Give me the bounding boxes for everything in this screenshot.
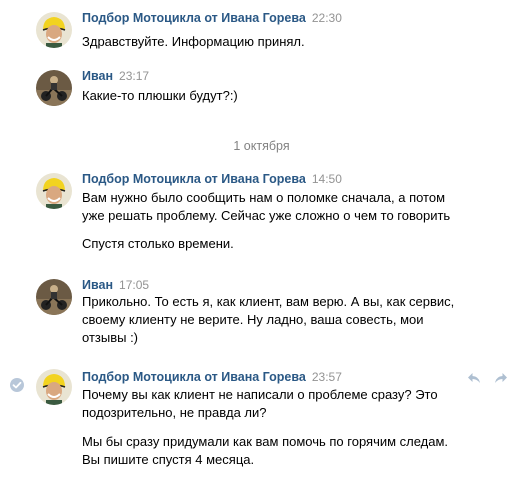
author-name[interactable]: Подбор Мотоцикла от Ивана Горева	[82, 11, 306, 25]
text-line: Вам нужно было сообщить нам о поломке сн…	[82, 190, 446, 205]
message-header: Иван 17:05	[82, 277, 149, 293]
helmet-avatar-image	[36, 369, 72, 405]
forward-icon[interactable]	[493, 370, 509, 386]
avatar[interactable]	[36, 369, 72, 405]
message-header: Подбор Мотоцикла от Ивана Горева 22:30	[82, 10, 342, 26]
message-header: Иван 23:17	[82, 68, 149, 84]
avatar[interactable]	[36, 279, 72, 315]
text-line: Здравствуйте. Информацию принял.	[82, 34, 305, 49]
motorcycle-avatar-image	[36, 279, 72, 315]
message[interactable]: Иван 17:05 Прикольно. То есть я, как клие…	[0, 277, 523, 349]
text-line: уже решать проблему. Сейчас уже сложно о…	[82, 208, 451, 223]
text-line: Вы пишите спустя 4 месяца.	[82, 452, 255, 467]
text-line: Спустя столько времени.	[82, 236, 234, 251]
message[interactable]: Иван 23:17 Какие-то плюшки будут?:)	[0, 68, 523, 108]
message-time[interactable]: 23:17	[119, 69, 149, 83]
text-line: своему клиенту не верите. Ну ладно, ваша…	[82, 312, 424, 327]
motorcycle-avatar-image	[36, 70, 72, 106]
message-text: Здравствуйте. Информацию принял.	[82, 33, 502, 51]
author-name[interactable]: Иван	[82, 278, 113, 292]
text-line: Мы бы сразу придумали как вам помочь по …	[82, 434, 449, 449]
text-line: Прикольно. То есть я, как клиент, вам ве…	[82, 294, 455, 309]
date-divider: 1 октября	[233, 139, 290, 153]
check-circle-icon[interactable]	[9, 377, 25, 393]
message-time[interactable]: 23:57	[312, 370, 342, 384]
message-text: Прикольно. То есть я, как клиент, вам ве…	[82, 293, 502, 347]
message-time[interactable]: 22:30	[312, 11, 342, 25]
text-line: Какие-то плюшки будут?:)	[82, 88, 238, 103]
author-name[interactable]: Подбор Мотоцикла от Ивана Горева	[82, 370, 306, 384]
message[interactable]: Подбор Мотоцикла от Ивана Горева 22:30 Зд…	[0, 10, 523, 50]
reply-icon[interactable]	[466, 370, 482, 386]
message-text: Почему вы как клиент не написали о пробл…	[82, 386, 502, 469]
author-name[interactable]: Подбор Мотоцикла от Ивана Горева	[82, 172, 306, 186]
text-line: Почему вы как клиент не написали о пробл…	[82, 387, 438, 402]
text-line: отзывы :)	[82, 330, 139, 345]
avatar[interactable]	[36, 12, 72, 48]
message-time[interactable]: 17:05	[119, 278, 149, 292]
message-text: Вам нужно было сообщить нам о поломке сн…	[82, 189, 502, 253]
message-header: Подбор Мотоцикла от Ивана Горева 14:50	[82, 171, 342, 187]
message-time[interactable]: 14:50	[312, 172, 342, 186]
avatar[interactable]	[36, 70, 72, 106]
helmet-avatar-image	[36, 12, 72, 48]
text-line: подозрительно, не правда ли?	[82, 405, 267, 420]
message-text: Какие-то плюшки будут?:)	[82, 87, 502, 105]
message[interactable]: Подбор Мотоцикла от Ивана Горева 14:50 Ва…	[0, 171, 523, 259]
chat-history: Подбор Мотоцикла от Ивана Горева 22:30 Зд…	[0, 0, 523, 499]
author-name[interactable]: Иван	[82, 69, 113, 83]
message-selected[interactable]: Подбор Мотоцикла от Ивана Горева 23:57 По…	[0, 369, 523, 479]
helmet-avatar-image	[36, 173, 72, 209]
avatar[interactable]	[36, 173, 72, 209]
message-header: Подбор Мотоцикла от Ивана Горева 23:57	[82, 369, 342, 385]
